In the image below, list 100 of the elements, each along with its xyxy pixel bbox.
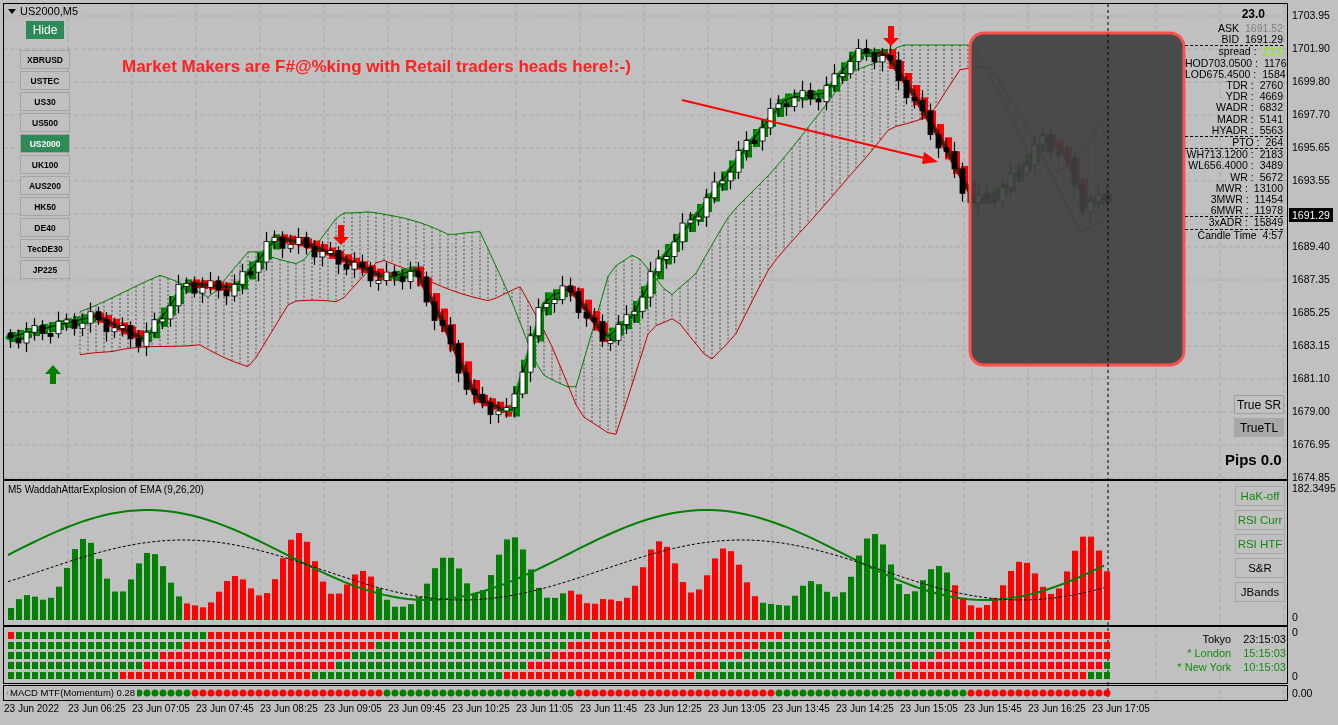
spread-reading: 23.0 bbox=[1240, 7, 1266, 21]
time-tick: 23 Jun 08:25 bbox=[260, 703, 318, 714]
session-time: 10:15:03 bbox=[1243, 660, 1286, 674]
session-name: * London bbox=[1186, 646, 1233, 660]
info-label: TDR : bbox=[1225, 80, 1255, 92]
session-name: * New York bbox=[1176, 660, 1233, 674]
session-time: 15:15:03 bbox=[1243, 646, 1286, 660]
info-label: MADR : bbox=[1215, 113, 1255, 125]
symbol-button[interactable]: US500 bbox=[20, 113, 70, 132]
symbol-button[interactable]: US30 bbox=[20, 92, 70, 111]
info-label: spread : bbox=[1217, 46, 1258, 58]
symbol-button[interactable]: USTEC bbox=[20, 71, 70, 90]
symbol-button[interactable]: AUS200 bbox=[20, 176, 70, 195]
info-value: 6832 bbox=[1259, 102, 1283, 114]
indicator-button[interactable]: S&R bbox=[1235, 558, 1285, 578]
time-tick: 23 Jun 07:45 bbox=[196, 703, 254, 714]
time-tick: 23 Jun 13:05 bbox=[708, 703, 766, 714]
info-value: 1584 bbox=[1262, 68, 1286, 80]
price-tick: 1703.95 bbox=[1292, 9, 1330, 21]
price-tick: 1676.95 bbox=[1292, 438, 1330, 450]
price-tick: 1695.65 bbox=[1292, 141, 1330, 153]
info-value: 1176 bbox=[1263, 57, 1287, 69]
time-tick: 23 Jun 11:05 bbox=[516, 703, 574, 714]
info-label: WH713.1200 : bbox=[1185, 149, 1255, 161]
info-label: ASK bbox=[1217, 23, 1241, 35]
info-value: 2760 bbox=[1259, 80, 1283, 92]
axis-value: 182.3495 bbox=[1292, 482, 1336, 494]
info-value: 5672 bbox=[1259, 171, 1283, 183]
time-tick: 23 Jun 07:05 bbox=[132, 703, 190, 714]
symbol-button[interactable]: JP225 bbox=[20, 260, 70, 279]
symbol-button[interactable]: TecDE30 bbox=[20, 239, 70, 258]
time-tick: 23 Jun 14:25 bbox=[836, 703, 894, 714]
price-tick: 1687.35 bbox=[1292, 273, 1330, 285]
time-tick: 23 Jun 09:05 bbox=[324, 703, 382, 714]
info-label: BID bbox=[1220, 34, 1241, 46]
info-value: 15849 bbox=[1253, 217, 1283, 229]
info-label: HOD703.0500 : bbox=[1185, 57, 1259, 69]
price-tick: 1689.40 bbox=[1292, 240, 1330, 252]
info-label: WL656.4000 : bbox=[1187, 160, 1255, 172]
info-value: 11454 bbox=[1254, 194, 1283, 206]
indicator-title: MACD MTF(Momentum) 0.28 bbox=[8, 687, 138, 698]
session-name: Tokyo bbox=[1201, 632, 1233, 646]
info-value: 3489 bbox=[1259, 160, 1283, 172]
info-value: 4:57 bbox=[1262, 229, 1283, 241]
time-tick: 23 Jun 06:25 bbox=[68, 703, 126, 714]
symbol-button[interactable]: DE40 bbox=[20, 218, 70, 237]
axis-value: 0.00 bbox=[1292, 687, 1313, 699]
hide-button[interactable]: Hide bbox=[26, 21, 64, 39]
price-tick: 1681.10 bbox=[1292, 372, 1330, 384]
info-label: MWR : bbox=[1214, 182, 1249, 195]
axis-value: 0 bbox=[1292, 670, 1298, 682]
symbol-button[interactable]: XBRUSD bbox=[20, 50, 70, 69]
time-tick: 23 Jun 09:45 bbox=[388, 703, 446, 714]
info-value: 2183 bbox=[1259, 149, 1283, 161]
price-tick: 1685.25 bbox=[1292, 306, 1330, 318]
info-label: HYADR : bbox=[1210, 124, 1255, 137]
time-tick: 23 Jun 2022 bbox=[4, 703, 60, 714]
info-value: 5563 bbox=[1259, 124, 1283, 137]
price-tick: 1701.90 bbox=[1292, 42, 1330, 54]
time-tick: 23 Jun 11:45 bbox=[580, 703, 638, 714]
current-price-label: 1691.29 bbox=[1289, 208, 1333, 222]
time-tick: 23 Jun 13:45 bbox=[772, 703, 830, 714]
info-label: 3xADR : bbox=[1207, 217, 1249, 229]
info-label: 6MWR : bbox=[1209, 205, 1250, 217]
ask-price: 1691.52 bbox=[1245, 23, 1283, 35]
axis-value: 0 bbox=[1292, 626, 1298, 638]
info-value: 4669 bbox=[1259, 91, 1283, 103]
price-tick: 1697.70 bbox=[1292, 108, 1330, 120]
chart-title: US2000,M5 bbox=[20, 5, 79, 17]
info-value: 264 bbox=[1265, 137, 1283, 149]
time-tick: 23 Jun 15:45 bbox=[964, 703, 1022, 714]
symbol-button[interactable]: HK50 bbox=[20, 197, 70, 216]
bid-price: 1691.29 bbox=[1245, 34, 1283, 46]
info-label: PTO : bbox=[1231, 137, 1261, 149]
symbol-button[interactable]: US2000 bbox=[20, 134, 70, 153]
indicator-button[interactable]: JBands bbox=[1235, 582, 1285, 602]
info-label: WADR : bbox=[1215, 102, 1255, 114]
time-tick: 23 Jun 10:25 bbox=[452, 703, 510, 714]
time-tick: 23 Jun 16:25 bbox=[1028, 703, 1086, 714]
info-label: 3MWR : bbox=[1209, 194, 1250, 206]
time-tick: 23 Jun 17:05 bbox=[1092, 703, 1150, 714]
axis-value: 0 bbox=[1292, 611, 1298, 623]
session-time: 23:15:03 bbox=[1243, 632, 1286, 646]
spread-value: 23.0 bbox=[1262, 46, 1283, 58]
info-label: Candle Time bbox=[1196, 229, 1258, 241]
annotation-text: Market Makers are F#@%king with Retail traders heads here!:-) bbox=[122, 57, 631, 77]
info-label: LOD675.4500 : bbox=[1185, 68, 1258, 80]
price-tick: 1679.00 bbox=[1292, 405, 1330, 417]
price-tick: 1683.15 bbox=[1292, 339, 1330, 351]
indicator-title: M5 WaddahAttarExplosion of EMA (9,26,20) bbox=[8, 484, 204, 495]
info-value: 11978 bbox=[1254, 205, 1283, 217]
time-tick: 23 Jun 15:05 bbox=[900, 703, 958, 714]
tool-button[interactable]: True SR bbox=[1234, 395, 1284, 414]
symbol-button[interactable]: UK100 bbox=[20, 155, 70, 174]
price-tick: 1693.55 bbox=[1292, 174, 1330, 186]
pips-reading: Pips 0.0 bbox=[1225, 451, 1282, 468]
info-label: WR : bbox=[1229, 171, 1255, 183]
price-tick: 1699.80 bbox=[1292, 75, 1330, 87]
info-value: 5141 bbox=[1259, 113, 1283, 125]
tool-button[interactable]: TrueTL bbox=[1234, 418, 1284, 437]
